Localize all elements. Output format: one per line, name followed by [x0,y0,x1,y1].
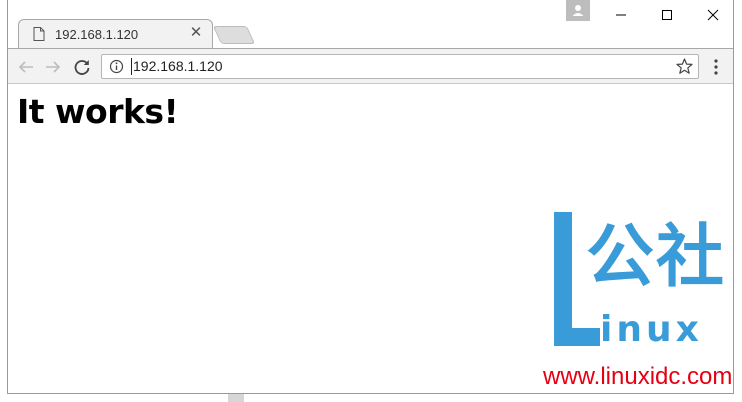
info-icon[interactable] [109,59,124,74]
watermark-linux-text: inux [600,309,703,350]
page-heading: It works! [17,92,179,131]
page-icon [33,27,45,41]
new-tab-icon[interactable] [212,26,256,44]
window-close-icon[interactable] [690,0,733,30]
browser-tab[interactable]: 192.168.1.120 ✕ [18,19,213,49]
reload-icon[interactable] [70,55,94,79]
watermark-site-url: www.linuxidc.com [543,363,733,390]
minimize-icon[interactable] [598,0,644,30]
title-bar: 192.168.1.120 ✕ [8,0,733,49]
arrow-left-icon[interactable] [14,55,38,79]
maximize-icon[interactable] [644,0,690,30]
toolbar: 192.168.1.120 [8,48,733,84]
star-icon[interactable] [675,57,694,76]
more-vertical-icon[interactable] [710,57,722,77]
scrollbar-stub [228,394,244,402]
watermark-chinese-text: 公社 [586,218,727,297]
url-text[interactable]: 192.168.1.120 [131,58,223,75]
user-icon[interactable] [566,0,590,21]
close-icon[interactable]: ✕ [188,24,204,41]
tab-title: 192.168.1.120 [55,27,139,42]
address-bar[interactable]: 192.168.1.120 [101,54,699,79]
arrow-right-icon[interactable] [41,55,65,79]
